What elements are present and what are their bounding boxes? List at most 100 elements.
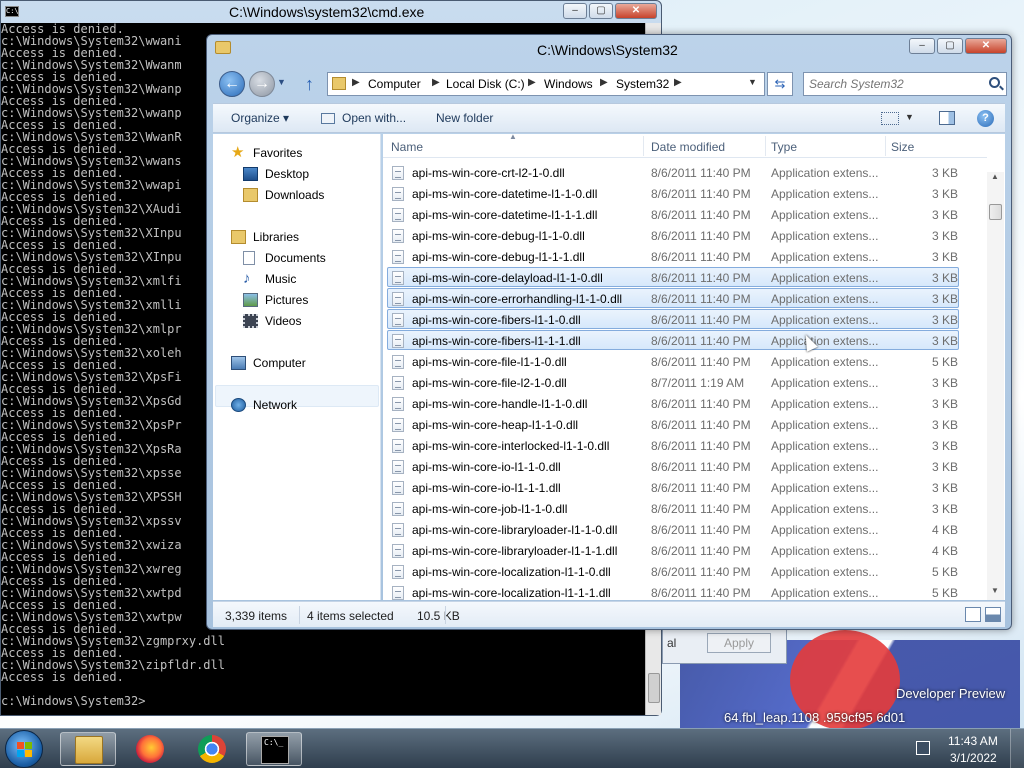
- explorer-close-button[interactable]: ✕: [965, 38, 1007, 54]
- file-size: 5 KB: [931, 586, 958, 600]
- address-bar[interactable]: ▶ Computer ▶ Local Disk (C:) ▶ Windows ▶…: [327, 72, 765, 96]
- file-date-modified: 8/6/2011 11:40 PM: [651, 523, 751, 537]
- breadcrumb-chevron-icon[interactable]: ▶: [352, 77, 360, 88]
- file-row[interactable]: api-ms-win-core-interlocked-l1-1-0.dll 8/…: [387, 435, 959, 455]
- file-type: Application extens...: [771, 376, 879, 390]
- file-size: 3 KB: [931, 229, 958, 243]
- desktop-icon: [243, 167, 258, 181]
- network-tray-icon[interactable]: [916, 741, 930, 755]
- new-folder-button[interactable]: New folder: [436, 111, 493, 125]
- file-date-modified: 8/6/2011 11:40 PM: [651, 313, 751, 327]
- file-row[interactable]: api-ms-win-core-delayload-l1-1-0.dll 8/6/…: [387, 267, 959, 287]
- change-view-icon[interactable]: [881, 112, 899, 125]
- file-row[interactable]: api-ms-win-core-datetime-l1-1-0.dll 8/6/2…: [387, 183, 959, 203]
- cmd-titlebar[interactable]: C:\ C:\Windows\system32\cmd.exe – ▢ ✕: [1, 1, 661, 23]
- open-with-button[interactable]: Open with...: [342, 111, 406, 125]
- preview-pane-icon[interactable]: [939, 111, 955, 125]
- show-desktop-button[interactable]: [1010, 729, 1024, 768]
- cmd-close-button[interactable]: ✕: [615, 3, 657, 19]
- file-row[interactable]: api-ms-win-core-file-l1-1-0.dll 8/6/2011 …: [387, 351, 959, 371]
- details-view-icon[interactable]: [965, 607, 981, 622]
- file-size: 4 KB: [931, 523, 958, 537]
- refresh-button[interactable]: ⇆: [767, 72, 793, 96]
- dll-file-icon: [392, 355, 404, 369]
- breadcrumb-windows[interactable]: Windows: [544, 77, 593, 91]
- breadcrumb-computer[interactable]: Computer: [368, 77, 421, 91]
- column-header-name[interactable]: Name: [391, 140, 423, 154]
- breadcrumb-chevron-icon[interactable]: ▶: [674, 77, 682, 88]
- column-header-type[interactable]: Type: [771, 140, 797, 154]
- file-row[interactable]: api-ms-win-core-localization-l1-1-1.dll 8…: [387, 582, 959, 602]
- scroll-up-icon[interactable]: ▲: [991, 172, 999, 181]
- file-size: 3 KB: [931, 187, 958, 201]
- file-row[interactable]: api-ms-win-core-datetime-l1-1-1.dll 8/6/2…: [387, 204, 959, 224]
- explorer-maximize-button[interactable]: ▢: [937, 38, 963, 54]
- search-icon[interactable]: [989, 77, 1000, 88]
- file-row[interactable]: api-ms-win-core-localization-l1-1-0.dll 8…: [387, 561, 959, 581]
- column-header-date-modified[interactable]: Date modified: [651, 140, 725, 154]
- recent-pages-dropdown[interactable]: ▼: [277, 77, 286, 87]
- file-size: 3 KB: [931, 313, 958, 327]
- breadcrumb-chevron-icon[interactable]: ▶: [528, 77, 536, 88]
- help-icon[interactable]: ?: [977, 110, 994, 127]
- file-row[interactable]: api-ms-win-core-file-l2-1-0.dll 8/7/2011 …: [387, 372, 959, 392]
- column-divider[interactable]: [643, 136, 644, 156]
- clock-date[interactable]: 3/1/2022: [950, 751, 997, 765]
- address-dropdown-icon[interactable]: ▼: [748, 77, 757, 87]
- file-name: api-ms-win-core-datetime-l1-1-0.dll: [412, 187, 598, 201]
- explorer-minimize-button[interactable]: –: [909, 38, 935, 54]
- file-row[interactable]: api-ms-win-core-crt-l2-1-0.dll 8/6/2011 1…: [387, 162, 959, 182]
- breadcrumb-system32[interactable]: System32: [616, 77, 669, 91]
- column-divider[interactable]: [765, 136, 766, 156]
- search-input[interactable]: [809, 76, 985, 92]
- file-row[interactable]: api-ms-win-core-job-l1-1-0.dll 8/6/2011 1…: [387, 498, 959, 518]
- dll-file-icon: [392, 187, 404, 201]
- explorer-window-title: C:\Windows\System32: [537, 42, 678, 58]
- large-icons-view-icon[interactable]: [985, 607, 1001, 622]
- file-row[interactable]: api-ms-win-core-handle-l1-1-0.dll 8/6/201…: [387, 393, 959, 413]
- nav-item-label: Computer: [253, 356, 306, 370]
- breadcrumb-chevron-icon[interactable]: ▶: [600, 77, 608, 88]
- file-size: 3 KB: [931, 376, 958, 390]
- back-button[interactable]: ←: [219, 71, 245, 97]
- file-date-modified: 8/6/2011 11:40 PM: [651, 544, 751, 558]
- search-box[interactable]: [803, 72, 1007, 96]
- file-type: Application extens...: [771, 355, 879, 369]
- cmd-minimize-button[interactable]: –: [563, 3, 587, 19]
- file-row[interactable]: api-ms-win-core-libraryloader-l1-1-0.dll…: [387, 519, 959, 539]
- cmd-maximize-button[interactable]: ▢: [589, 3, 613, 19]
- file-list-scrollbar[interactable]: ▲ ▼: [987, 172, 1004, 600]
- file-row[interactable]: api-ms-win-core-debug-l1-1-1.dll 8/6/2011…: [387, 246, 959, 266]
- forward-button[interactable]: →: [249, 71, 275, 97]
- file-type: Application extens...: [771, 439, 879, 453]
- file-type: Application extens...: [771, 250, 879, 264]
- start-button[interactable]: [5, 730, 43, 768]
- file-row[interactable]: api-ms-win-core-fibers-l1-1-0.dll 8/6/201…: [387, 309, 959, 329]
- file-size: 3 KB: [931, 481, 958, 495]
- breadcrumb-chevron-icon[interactable]: ▶: [432, 77, 440, 88]
- file-list-scrollbar-thumb[interactable]: [989, 204, 1002, 220]
- taskbar-chrome-button[interactable]: [184, 732, 240, 766]
- file-row[interactable]: api-ms-win-core-debug-l1-1-0.dll 8/6/2011…: [387, 225, 959, 245]
- cmd-scrollbar-thumb[interactable]: [648, 673, 660, 703]
- taskbar-explorer-button[interactable]: [60, 732, 116, 766]
- up-button[interactable]: ↑: [305, 74, 314, 95]
- taskbar-cmd-button[interactable]: C:\_: [246, 732, 302, 766]
- file-row[interactable]: api-ms-win-core-heap-l1-1-0.dll 8/6/2011 …: [387, 414, 959, 434]
- taskbar-firefox-button[interactable]: [122, 732, 178, 766]
- organize-button[interactable]: Organize ▾: [231, 111, 289, 125]
- breadcrumb-local-disk[interactable]: Local Disk (C:): [446, 77, 525, 91]
- apply-button[interactable]: Apply: [707, 633, 771, 653]
- chrome-icon: [198, 735, 226, 763]
- file-row[interactable]: api-ms-win-core-io-l1-1-1.dll 8/6/2011 11…: [387, 477, 959, 497]
- scroll-down-icon[interactable]: ▼: [991, 586, 999, 595]
- file-row[interactable]: api-ms-win-core-libraryloader-l1-1-1.dll…: [387, 540, 959, 560]
- column-header-size[interactable]: Size: [891, 140, 914, 154]
- file-row[interactable]: api-ms-win-core-fibers-l1-1-1.dll 8/6/201…: [387, 330, 959, 350]
- file-row[interactable]: api-ms-win-core-errorhandling-l1-1-0.dll…: [387, 288, 959, 308]
- file-row[interactable]: api-ms-win-core-io-l1-1-0.dll 8/6/2011 11…: [387, 456, 959, 476]
- command-bar: Organize ▾ Open with... New folder ▼ ?: [213, 103, 1005, 133]
- clock-time[interactable]: 11:43 AM: [948, 734, 998, 748]
- column-divider[interactable]: [885, 136, 886, 156]
- view-options-dropdown-icon[interactable]: ▼: [905, 112, 914, 122]
